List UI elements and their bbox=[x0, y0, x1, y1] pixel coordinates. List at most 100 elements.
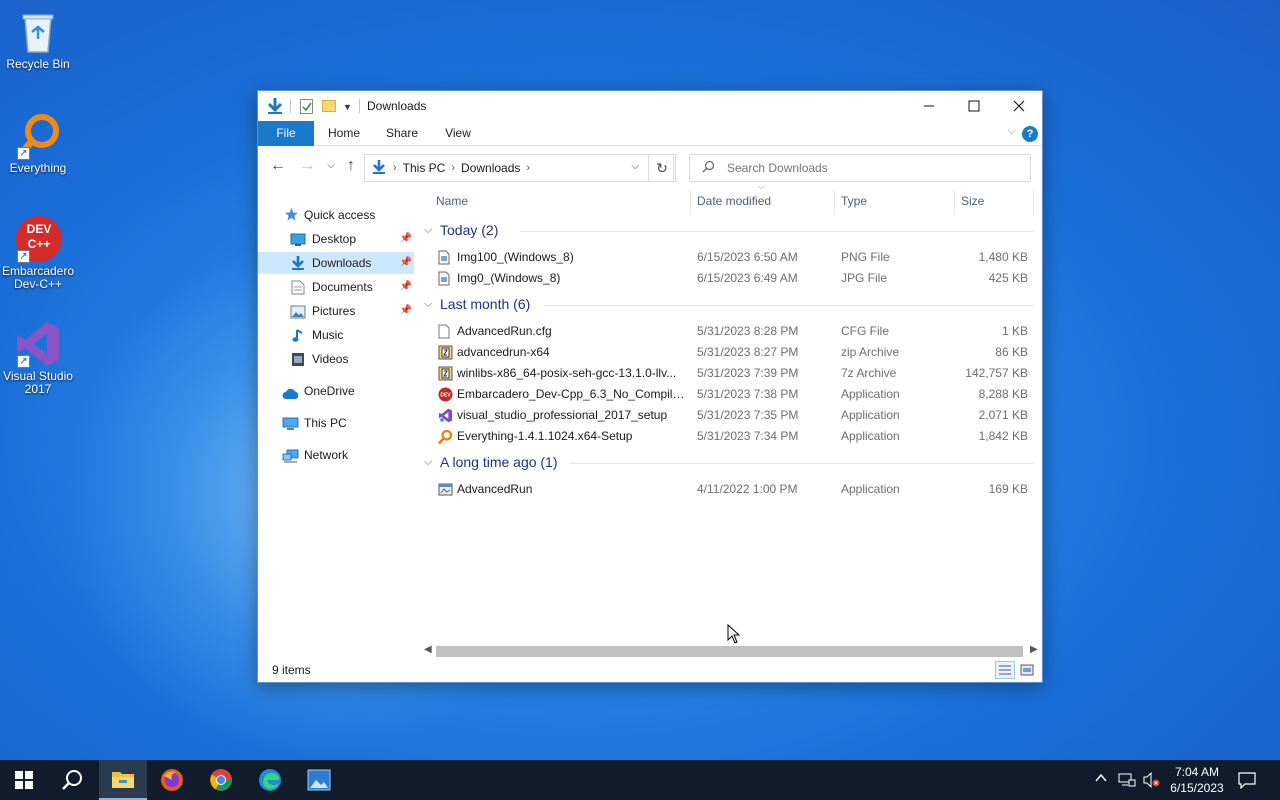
search-input[interactable] bbox=[727, 161, 1007, 175]
collapse-group-icon[interactable]: ⌵ bbox=[424, 224, 432, 237]
desktop-icon-everything[interactable]: ↗ Everything bbox=[1, 112, 75, 175]
nav-item-desktop[interactable]: Desktop 📌 bbox=[258, 228, 414, 250]
scroll-right-icon[interactable]: ▶ bbox=[1030, 644, 1038, 655]
file-date: 5/31/2023 8:28 PM bbox=[697, 324, 799, 338]
taskbar-firefox[interactable] bbox=[148, 760, 196, 800]
file-row[interactable]: AdvancedRun.cfg 5/31/2023 8:28 PM CFG Fi… bbox=[422, 321, 1034, 342]
file-type: 7z Archive bbox=[841, 366, 897, 380]
search-button[interactable] bbox=[48, 760, 96, 800]
file-row[interactable]: DEV Embarcadero_Dev-Cpp_6.3_No_Compiler.… bbox=[422, 384, 1034, 405]
address-dropdown-icon[interactable]: ⌵ bbox=[631, 161, 639, 172]
address-bar[interactable]: › This PC › Downloads › ⌵ bbox=[364, 154, 674, 182]
nav-item-downloads[interactable]: Downloads 📌 bbox=[258, 252, 414, 274]
file-row[interactable]: advancedrun-x64 5/31/2023 8:27 PM zip Ar… bbox=[422, 342, 1034, 363]
visual-studio-icon: ↗ bbox=[15, 320, 61, 368]
breadcrumb-separator-icon[interactable]: › bbox=[449, 162, 457, 174]
file-row[interactable]: visual_studio_professional_2017_setup 5/… bbox=[422, 405, 1034, 426]
up-button[interactable]: ↑ bbox=[339, 154, 363, 178]
nav-item-label: Pictures bbox=[312, 304, 356, 318]
tab-file[interactable]: File bbox=[258, 121, 314, 146]
group-header-today[interactable]: ⌵ Today (2) bbox=[422, 220, 1034, 242]
file-name: AdvancedRun bbox=[457, 482, 533, 496]
taskbar-file-explorer[interactable] bbox=[99, 760, 147, 800]
group-header-long-ago[interactable]: ⌵ A long time ago (1) bbox=[422, 452, 1034, 474]
downloads-arrow-icon[interactable] bbox=[266, 97, 284, 115]
file-row[interactable]: AdvancedRun 4/11/2022 1:00 PM Applicatio… bbox=[422, 479, 1034, 500]
volume-muted-icon[interactable] bbox=[1142, 771, 1160, 800]
desktop-icon-recycle-bin[interactable]: Recycle Bin bbox=[1, 8, 75, 71]
collapse-group-icon[interactable]: ⌵ bbox=[424, 456, 432, 469]
file-name: visual_studio_professional_2017_setup bbox=[457, 408, 668, 422]
file-size: 1,842 KB bbox=[978, 429, 1028, 443]
image-file-icon bbox=[438, 271, 452, 286]
file-row[interactable]: Everything-1.4.1.1024.x64-Setup 5/31/202… bbox=[422, 426, 1034, 447]
tab-view[interactable]: View bbox=[438, 121, 478, 146]
file-type: CFG File bbox=[841, 324, 889, 338]
column-header-name[interactable]: Name bbox=[436, 188, 686, 214]
scroll-left-icon[interactable]: ◀ bbox=[424, 644, 432, 655]
notifications-icon[interactable] bbox=[1238, 771, 1256, 800]
nav-item-this-pc[interactable]: This PC bbox=[258, 412, 414, 434]
breadcrumb-downloads[interactable]: Downloads bbox=[457, 161, 524, 175]
large-icons-view-button[interactable] bbox=[1017, 661, 1037, 679]
new-folder-icon[interactable] bbox=[322, 100, 336, 112]
column-header-size[interactable]: Size bbox=[961, 188, 1031, 214]
nav-item-music[interactable]: Music bbox=[258, 324, 414, 346]
file-name: Everything-1.4.1.1024.x64-Setup bbox=[457, 429, 633, 443]
pin-icon: 📌 bbox=[399, 281, 412, 292]
nav-item-documents[interactable]: Documents 📌 bbox=[258, 276, 414, 298]
nav-item-onedrive[interactable]: OneDrive bbox=[258, 380, 414, 402]
file-date: 6/15/2023 6:50 AM bbox=[697, 250, 798, 264]
file-row[interactable]: winlibs-x86_64-posix-seh-gcc-13.1.0-llv.… bbox=[422, 363, 1034, 384]
file-type: Application bbox=[841, 429, 900, 443]
file-row[interactable]: Img100_(Windows_8) 6/15/2023 6:50 AM PNG… bbox=[422, 247, 1034, 268]
breadcrumb-separator-icon[interactable]: › bbox=[391, 162, 399, 174]
nav-item-pictures[interactable]: Pictures 📌 bbox=[258, 300, 414, 322]
tray-overflow-icon[interactable] bbox=[1094, 771, 1108, 800]
breadcrumb-this-pc[interactable]: This PC bbox=[399, 161, 450, 175]
collapse-group-icon[interactable]: ⌵ bbox=[424, 298, 432, 311]
desktop-icon-visual-studio[interactable]: ↗ Visual Studio 2017 bbox=[1, 320, 75, 396]
video-icon bbox=[291, 352, 306, 366]
network-status-icon[interactable] bbox=[1118, 772, 1136, 800]
start-button[interactable] bbox=[0, 760, 48, 800]
pin-icon: 📌 bbox=[399, 257, 412, 268]
nav-item-network[interactable]: Network bbox=[258, 444, 414, 466]
file-row[interactable]: Img0_(Windows_8) 6/15/2023 6:49 AM JPG F… bbox=[422, 268, 1034, 289]
close-button[interactable] bbox=[996, 91, 1042, 121]
taskbar-chrome[interactable] bbox=[197, 760, 245, 800]
maximize-button[interactable] bbox=[951, 91, 997, 121]
back-button[interactable]: ← bbox=[266, 154, 290, 178]
nav-item-quick-access[interactable]: Quick access bbox=[258, 204, 414, 226]
column-header-date-modified[interactable]: Date modified bbox=[697, 188, 832, 214]
taskbar-photos[interactable] bbox=[295, 760, 343, 800]
properties-icon[interactable] bbox=[300, 99, 313, 114]
nav-item-label: Desktop bbox=[312, 232, 357, 246]
system-clock[interactable]: 7:04 AM 6/15/2023 bbox=[1162, 764, 1232, 796]
file-name: Img0_(Windows_8) bbox=[457, 271, 561, 285]
search-box[interactable] bbox=[689, 154, 1031, 182]
nav-item-label: Quick access bbox=[304, 208, 376, 222]
nav-item-label: Network bbox=[304, 448, 349, 462]
taskbar: 7:04 AM 6/15/2023 bbox=[0, 760, 1280, 800]
group-header-last-month[interactable]: ⌵ Last month (6) bbox=[422, 294, 1034, 316]
breadcrumb-separator-icon[interactable]: › bbox=[524, 162, 532, 174]
title-bar[interactable]: ▼ Downloads bbox=[258, 91, 1042, 121]
refresh-button[interactable]: ↻ bbox=[648, 154, 676, 182]
quick-access-dropdown-icon[interactable]: ▼ bbox=[343, 102, 352, 112]
nav-item-videos[interactable]: Videos bbox=[258, 348, 414, 370]
column-header-type[interactable]: Type bbox=[841, 188, 951, 214]
taskbar-edge[interactable] bbox=[246, 760, 294, 800]
scrollbar-thumb[interactable] bbox=[436, 646, 1023, 657]
expand-ribbon-icon[interactable]: ⌵ bbox=[1008, 125, 1016, 138]
file-size: 142,757 KB bbox=[965, 366, 1028, 380]
tab-home[interactable]: Home bbox=[322, 121, 366, 146]
desktop-icon-devcpp[interactable]: DEV C++ ↗ Embarcadero Dev-C++ bbox=[1, 215, 75, 291]
address-downloads-icon bbox=[371, 159, 387, 178]
details-view-button[interactable] bbox=[995, 661, 1015, 679]
shortcut-arrow-icon: ↗ bbox=[17, 147, 30, 160]
minimize-button[interactable] bbox=[906, 91, 952, 121]
forward-button[interactable]: → bbox=[295, 154, 319, 178]
help-button[interactable]: ? bbox=[1022, 126, 1038, 142]
tab-share[interactable]: Share bbox=[380, 121, 424, 146]
